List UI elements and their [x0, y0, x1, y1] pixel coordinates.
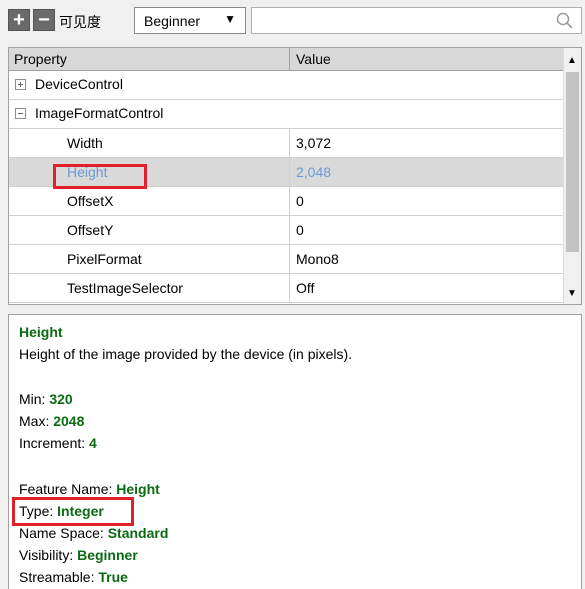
increment-row: Increment: 4 — [19, 435, 97, 451]
column-divider[interactable] — [289, 48, 290, 70]
visibility-dropdown[interactable]: Beginner ▼ — [134, 7, 246, 34]
property-value[interactable]: Mono8 — [296, 251, 339, 267]
max-label: Max: — [19, 413, 54, 429]
column-header-value[interactable]: Value — [296, 51, 331, 67]
cell-divider — [289, 187, 290, 216]
property-row-testimageselector[interactable]: TestImageSelector Off — [9, 274, 564, 303]
remove-button[interactable]: − — [33, 9, 55, 31]
column-header-property[interactable]: Property — [14, 51, 67, 67]
cell-divider — [289, 274, 290, 303]
category-label: DeviceControl — [35, 76, 123, 92]
streamable-value: True — [98, 569, 128, 585]
highlight-box-type — [12, 497, 134, 526]
description-panel: Height Height of the image provided by t… — [8, 314, 582, 589]
property-row-pixelformat[interactable]: PixelFormat Mono8 — [9, 245, 564, 274]
max-row: Max: 2048 — [19, 413, 84, 429]
feature-name-label: Feature Name: — [19, 481, 117, 497]
property-name: OffsetX — [67, 193, 114, 209]
vertical-scrollbar[interactable]: ▲ ▼ — [563, 48, 581, 304]
property-name: Width — [67, 135, 103, 151]
category-row-imageformatcontrol[interactable]: ImageFormatControl — [9, 100, 564, 129]
description-title: Height — [19, 324, 63, 340]
expand-icon[interactable] — [15, 79, 26, 90]
cell-divider — [289, 245, 290, 274]
add-button[interactable]: + — [8, 9, 30, 31]
increment-label: Increment: — [19, 435, 90, 451]
grid-header: Property Value — [9, 48, 564, 71]
namespace-label: Name Space: — [19, 525, 108, 541]
category-label: ImageFormatControl — [35, 105, 164, 121]
scrollbar-thumb[interactable] — [566, 72, 579, 252]
increment-value: 4 — [89, 435, 97, 451]
visibility-value: Beginner — [144, 13, 201, 29]
scroll-up-icon[interactable]: ▲ — [567, 55, 577, 66]
visibility-info-value: Beginner — [77, 547, 138, 563]
feature-name-value: Height — [116, 481, 160, 497]
property-name: TestImageSelector — [67, 280, 183, 296]
category-row-devicecontrol[interactable]: DeviceControl — [9, 71, 564, 100]
feature-name-row: Feature Name: Height — [19, 481, 160, 497]
property-name: OffsetY — [67, 222, 114, 238]
property-value[interactable]: 3,072 — [296, 135, 331, 151]
min-value: 320 — [49, 391, 73, 407]
toolbar: + − 可见度 Beginner ▼ — [0, 0, 585, 42]
property-value[interactable]: Off — [296, 280, 314, 296]
chevron-down-icon: ▼ — [224, 12, 236, 26]
property-row-width[interactable]: Width 3,072 — [9, 129, 564, 158]
cell-divider — [289, 158, 290, 187]
max-value: 2048 — [53, 413, 85, 429]
property-value[interactable]: 2,048 — [296, 164, 331, 180]
property-value[interactable]: 0 — [296, 222, 304, 238]
min-label: Min: — [19, 391, 50, 407]
description-text: Height of the image provided by the devi… — [19, 346, 353, 362]
streamable-row: Streamable: True — [19, 569, 128, 585]
scroll-down-icon[interactable]: ▼ — [567, 288, 577, 299]
search-input[interactable] — [251, 7, 582, 34]
search-icon — [556, 12, 573, 29]
cell-divider — [289, 216, 290, 245]
namespace-value: Standard — [107, 525, 169, 541]
collapse-icon[interactable] — [15, 108, 26, 119]
namespace-row: Name Space: Standard — [19, 525, 168, 541]
visibility-label: 可见度 — [59, 14, 101, 30]
visibility-row: Visibility: Beginner — [19, 547, 138, 563]
streamable-label: Streamable: — [19, 569, 99, 585]
property-value[interactable]: 0 — [296, 193, 304, 209]
cell-divider — [289, 129, 290, 158]
property-row-offsety[interactable]: OffsetY 0 — [9, 216, 564, 245]
visibility-info-label: Visibility: — [19, 547, 78, 563]
property-name: PixelFormat — [67, 251, 142, 267]
highlight-box-height — [53, 164, 147, 189]
property-row-offsetx[interactable]: OffsetX 0 — [9, 187, 564, 216]
min-row: Min: 320 — [19, 391, 73, 407]
